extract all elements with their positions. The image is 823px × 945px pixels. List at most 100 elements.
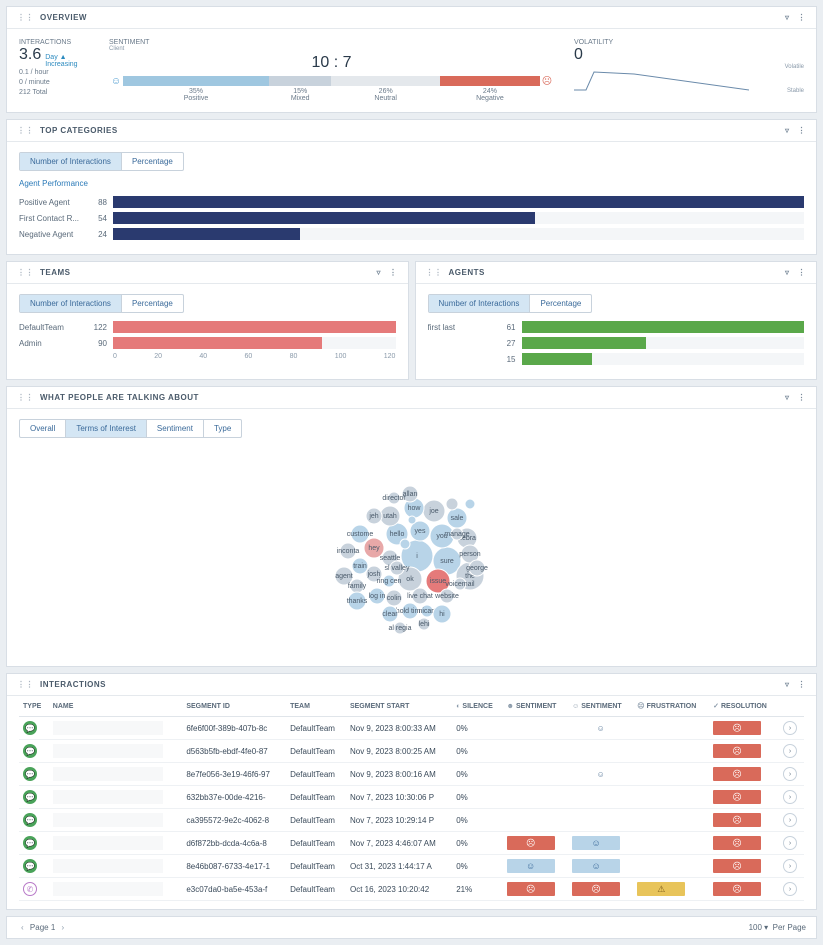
tab[interactable]: Number of Interactions [429, 295, 531, 312]
bubble-chart[interactable]: isuretheissueokyouhelloyesjoehowutahalla… [292, 456, 532, 646]
col-header[interactable]: ☺SENTIMENT [568, 696, 633, 717]
row-action-icon[interactable]: › [783, 882, 797, 896]
svg-text:josh: josh [366, 571, 380, 578]
chat-icon: 💬 [23, 790, 37, 804]
more-icon[interactable]: ⋮ [798, 393, 807, 402]
volatility-sparkline [574, 64, 749, 94]
interactions-table: TYPENAMESEGMENT IDTEAMSEGMENT START◐SILE… [19, 696, 804, 901]
svg-text:hey: hey [368, 545, 380, 552]
svg-text:train: train [353, 563, 367, 570]
call-icon: ✆ [23, 882, 37, 896]
svg-text:issue: issue [429, 578, 445, 585]
table-row[interactable]: 💬632bb37e-00de-4216-DefaultTeamNov 7, 20… [19, 786, 804, 809]
tab[interactable]: Percentage [122, 295, 183, 312]
svg-text:sure: sure [440, 558, 454, 565]
svg-text:agent: agent [335, 573, 353, 580]
table-row[interactable]: 💬8e46b087-6733-4e17-1DefaultTeamOct 31, … [19, 855, 804, 878]
svg-text:sl valley: sl valley [384, 565, 409, 572]
table-row[interactable]: 💬6fe6f00f-389b-407b-8cDefaultTeamNov 9, … [19, 717, 804, 740]
bar-row[interactable]: Admin90 [19, 337, 396, 349]
svg-text:thanks: thanks [346, 598, 367, 605]
prev-page-icon[interactable]: ‹ [17, 923, 28, 932]
bar-row[interactable]: Negative Agent24 [19, 228, 804, 240]
agents-tabs: Number of InteractionsPercentage [428, 294, 593, 313]
bubble[interactable] [465, 499, 475, 509]
tab[interactable]: Terms of Interest [66, 420, 147, 437]
col-header[interactable]: SEGMENT ID [182, 696, 286, 717]
bubble[interactable] [400, 539, 410, 549]
svg-text:director: director [382, 495, 406, 502]
more-icon[interactable]: ⋮ [389, 268, 398, 277]
col-header[interactable]: SEGMENT START [346, 696, 452, 717]
more-icon[interactable]: ⋮ [798, 13, 807, 22]
tab[interactable]: Percentage [530, 295, 591, 312]
svg-text:person: person [459, 551, 481, 558]
col-header[interactable]: ☹FRUSTRATION [633, 696, 709, 717]
interactions-panel: ⋮⋮ INTERACTIONS ▿ ⋮ TYPENAMESEGMENT IDTE… [6, 673, 817, 910]
drag-handle-icon[interactable]: ⋮⋮ [17, 126, 34, 135]
row-action-icon[interactable]: › [783, 836, 797, 850]
sentiment-bar: ☺ ☹ [109, 76, 554, 86]
row-action-icon[interactable]: › [783, 767, 797, 781]
table-row[interactable]: ✆e3c07da0-ba5e-453a-fDefaultTeamOct 16, … [19, 878, 804, 901]
tab[interactable]: Type [204, 420, 241, 437]
bar-row[interactable]: DefaultTeam122 [19, 321, 396, 333]
agent-performance-link[interactable]: Agent Performance [19, 179, 804, 188]
row-action-icon[interactable]: › [783, 744, 797, 758]
svg-text:family: family [347, 583, 366, 590]
filter-icon[interactable]: ▿ [785, 268, 790, 277]
chat-icon: 💬 [23, 744, 37, 758]
col-header[interactable]: ◐SILENCE [452, 696, 502, 717]
bar-row[interactable]: 15 [428, 353, 805, 365]
bar-row[interactable]: Positive Agent88 [19, 196, 804, 208]
col-header[interactable]: ☻SENTIMENT [503, 696, 568, 717]
filter-icon[interactable]: ▿ [376, 268, 381, 277]
col-header[interactable] [779, 696, 804, 717]
col-header[interactable]: ✓RESOLUTION [709, 696, 779, 717]
col-header[interactable]: NAME [49, 696, 183, 717]
tab[interactable]: Number of Interactions [20, 295, 122, 312]
svg-text:lehi: lehi [418, 621, 429, 628]
filter-icon[interactable]: ▿ [785, 13, 790, 22]
per-page-select[interactable]: 100 ▾ [749, 923, 769, 932]
table-row[interactable]: 💬8e7fe056-3e19-46f6-97DefaultTeamNov 9, … [19, 763, 804, 786]
more-icon[interactable]: ⋮ [798, 680, 807, 689]
sentiment-segment [440, 76, 540, 86]
tab[interactable]: Percentage [122, 153, 183, 170]
drag-handle-icon[interactable]: ⋮⋮ [17, 13, 34, 22]
sentiment-score: 10 : 7 [109, 54, 554, 72]
more-icon[interactable]: ⋮ [798, 126, 807, 135]
filter-icon[interactable]: ▿ [785, 680, 790, 689]
drag-handle-icon[interactable]: ⋮⋮ [17, 268, 34, 277]
svg-text:ring cen: ring cen [376, 578, 401, 585]
row-action-icon[interactable]: › [783, 721, 797, 735]
next-page-icon[interactable]: › [58, 923, 69, 932]
table-row[interactable]: 💬d6f872bb-dcda-4c6a-8DefaultTeamNov 7, 2… [19, 832, 804, 855]
svg-text:george: george [466, 565, 488, 572]
agents-panel: ⋮⋮ AGENTS ▿ ⋮ Number of InteractionsPerc… [415, 261, 818, 380]
bubble[interactable] [446, 498, 458, 510]
bar-row[interactable]: first last61 [428, 321, 805, 333]
tab[interactable]: Number of Interactions [20, 153, 122, 170]
col-header[interactable]: TYPE [19, 696, 49, 717]
bubble[interactable] [408, 516, 416, 524]
filter-icon[interactable]: ▿ [785, 126, 790, 135]
row-action-icon[interactable]: › [783, 859, 797, 873]
table-row[interactable]: 💬ca395572-9e2c-4062-8DefaultTeamNov 7, 2… [19, 809, 804, 832]
col-header[interactable]: TEAM [286, 696, 346, 717]
row-action-icon[interactable]: › [783, 790, 797, 804]
more-icon[interactable]: ⋮ [798, 268, 807, 277]
table-row[interactable]: 💬d563b5fb-ebdf-4fe0-87DefaultTeamNov 9, … [19, 740, 804, 763]
drag-handle-icon[interactable]: ⋮⋮ [17, 393, 34, 402]
bar-row[interactable]: 27 [428, 337, 805, 349]
drag-handle-icon[interactable]: ⋮⋮ [17, 680, 34, 689]
svg-text:website: website [434, 593, 459, 600]
tab[interactable]: Overall [20, 420, 66, 437]
sentiment-segment [331, 76, 439, 86]
tab[interactable]: Sentiment [147, 420, 204, 437]
svg-text:inconta: inconta [336, 548, 359, 555]
drag-handle-icon[interactable]: ⋮⋮ [426, 268, 443, 277]
filter-icon[interactable]: ▿ [785, 393, 790, 402]
bar-row[interactable]: First Contact R...54 [19, 212, 804, 224]
svg-text:sale: sale [450, 515, 463, 522]
